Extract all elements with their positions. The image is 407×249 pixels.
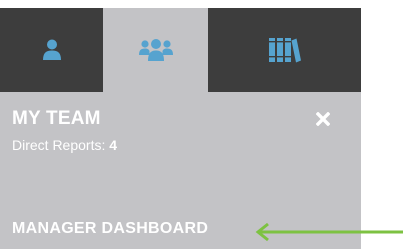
books-icon <box>268 38 301 63</box>
panel-title: MY TEAM <box>12 108 101 129</box>
direct-reports-count: 4 <box>109 137 118 153</box>
close-icon <box>316 112 330 126</box>
direct-reports: Direct Reports: 4 <box>12 137 117 153</box>
team-icon <box>138 39 173 61</box>
my-team-widget: MY TEAM Direct Reports: 4 MANAGER DASHBO… <box>0 0 407 249</box>
manager-dashboard-link[interactable]: MANAGER DASHBOARD <box>12 220 208 238</box>
direct-reports-label: Direct Reports: <box>12 137 106 153</box>
person-icon <box>42 39 61 60</box>
close-button[interactable] <box>312 108 334 130</box>
tab-library[interactable] <box>208 8 361 92</box>
tab-bar <box>0 8 361 92</box>
tab-my-profile[interactable] <box>0 8 103 92</box>
tab-my-team[interactable] <box>103 8 208 92</box>
left-arrow-icon <box>255 222 403 242</box>
